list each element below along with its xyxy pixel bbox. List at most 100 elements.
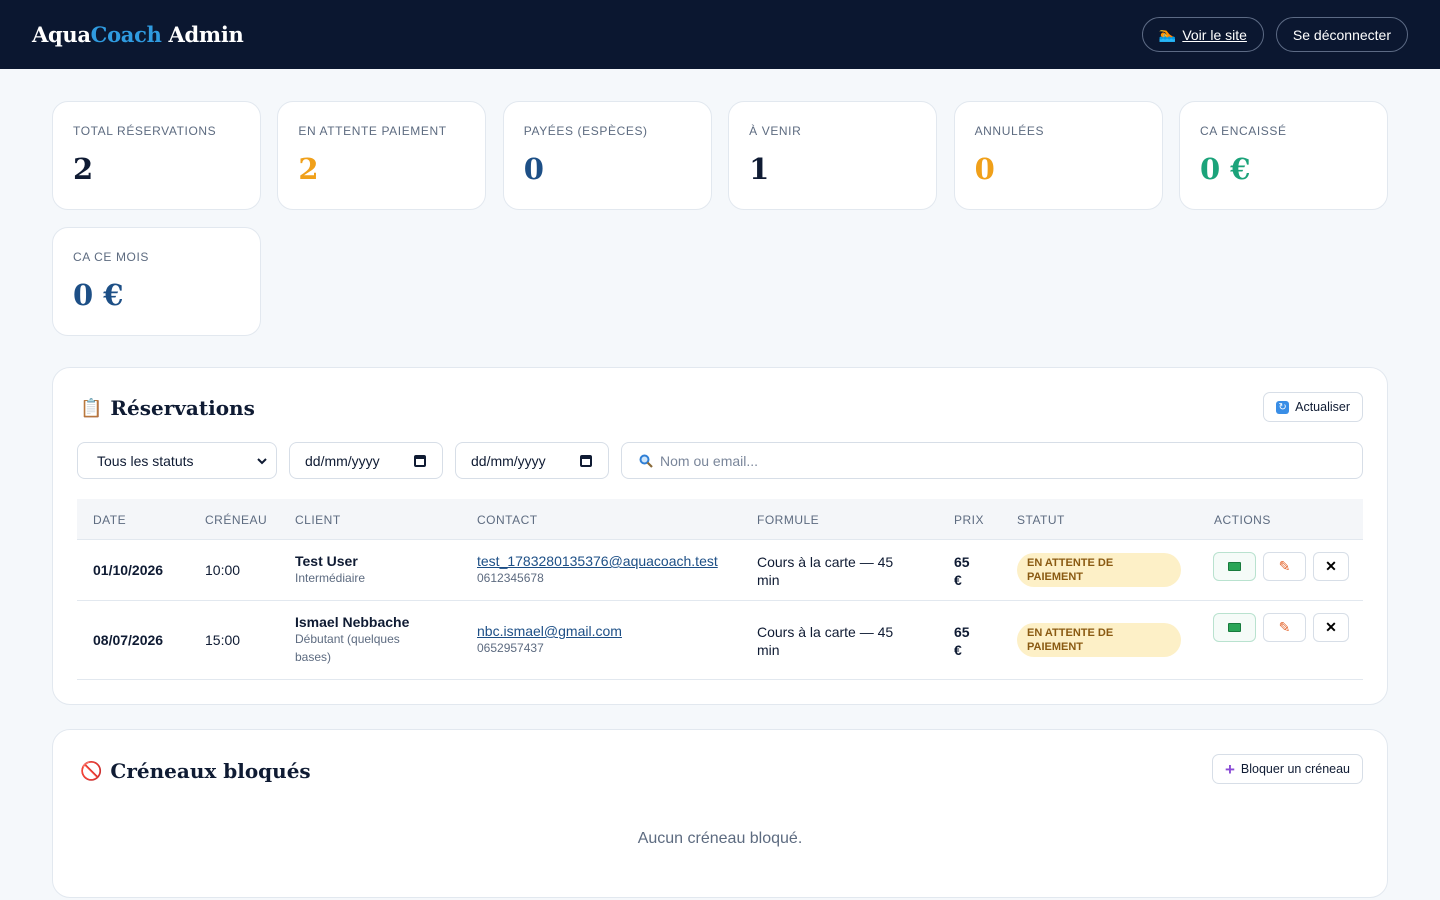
stat-value: 2 (298, 152, 319, 186)
row-client: Ismael Nebbache Débutant (quelques bases… (295, 614, 409, 666)
client-name: Test User (295, 553, 358, 569)
column-header-client[interactable]: CLIENT (295, 513, 341, 527)
edit-button[interactable]: ✎ (1263, 552, 1306, 581)
stat-label: TOTAL RÉSERVATIONS (73, 124, 217, 138)
cancel-reservation-button[interactable]: ✕ (1313, 613, 1349, 642)
stat-label: EN ATTENTE PAIEMENT (298, 124, 447, 138)
status-select[interactable]: Tous les statuts (77, 442, 277, 479)
client-name: Ismael Nebbache (295, 614, 410, 630)
brand-logo: AquaCoach Admin (32, 22, 244, 47)
swimmer-icon: 🏊 (1158, 26, 1177, 42)
status-badge: EN ATTENTE DE PAIEMENT (1017, 623, 1181, 657)
reservations-title-text: Réservations (110, 396, 255, 420)
stat-card-pending-payment: EN ATTENTE PAIEMENT 2 (277, 101, 487, 210)
stat-card-total-reservations: TOTAL RÉSERVATIONS 2 (52, 101, 261, 210)
prohibited-icon: 🚫 (80, 760, 103, 782)
pencil-icon: ✎ (1278, 619, 1291, 635)
stat-value: 0 € (1199, 152, 1251, 186)
cash-icon (1228, 562, 1241, 571)
client-email-link[interactable]: test_1783280135376@aquacoach.test (477, 553, 718, 569)
row-slot: 15:00 (205, 632, 241, 648)
date-from-input[interactable]: dd/mm/yyyy (289, 442, 443, 479)
stat-label: PAYÉES (ESPÈCES) (523, 124, 648, 138)
blocked-slots-title: 🚫 Créneaux bloqués (80, 759, 311, 783)
view-site-button[interactable]: 🏊 Voir le site (1141, 17, 1264, 52)
row-date: 08/07/2026 (93, 632, 164, 648)
column-header-status[interactable]: STATUT (1017, 513, 1065, 527)
clipboard-icon: 📋 (80, 397, 103, 419)
plus-icon: + (1224, 759, 1235, 779)
status-badge: EN ATTENTE DE PAIEMENT (1017, 553, 1181, 587)
stat-value: 1 (749, 152, 770, 186)
close-icon: ✕ (1325, 619, 1337, 635)
column-header-price[interactable]: PRIX (954, 513, 984, 527)
stat-label: CA ENCAISSÉ (1199, 124, 1287, 138)
cancel-reservation-button[interactable]: ✕ (1313, 552, 1349, 581)
stat-label: À VENIR (749, 124, 802, 138)
date-to-value: dd/mm/yyyy (471, 452, 546, 469)
logout-button[interactable]: Se déconnecter (1275, 17, 1408, 52)
stat-card-revenue-month: CA CE MOIS 0 € (52, 227, 261, 336)
pencil-icon: ✎ (1278, 558, 1291, 574)
row-price: 65 € (954, 624, 970, 658)
refresh-icon: ↻ (1276, 400, 1290, 414)
row-price: 65 € (954, 554, 970, 588)
edit-button[interactable]: ✎ (1263, 613, 1306, 642)
chevron-down-icon (257, 457, 267, 464)
client-phone: 0652957437 (477, 641, 544, 655)
row-client: Test User Intermédiaire (295, 553, 365, 587)
stat-value: 2 (73, 152, 94, 186)
client-level: Débutant (quelques bases) (295, 632, 400, 664)
status-select-value: Tous les statuts (97, 452, 194, 469)
stat-card-cancelled: ANNULÉES 0 (953, 101, 1163, 210)
stat-value: 0 (974, 152, 995, 186)
blocked-slots-panel: 🚫 Créneaux bloqués + Bloquer un créneau … (52, 729, 1388, 898)
filters-bar: Tous les statuts dd/mm/yyyy dd/mm/yyyy N… (77, 442, 1363, 479)
refresh-button[interactable]: ↻ Actualiser (1263, 392, 1363, 422)
stats-grid: TOTAL RÉSERVATIONS 2 EN ATTENTE PAIEMENT… (52, 101, 1388, 336)
block-slot-button[interactable]: + Bloquer un créneau (1211, 754, 1363, 784)
row-actions: ✎ ✕ (1213, 552, 1349, 581)
top-actions: 🏊 Voir le site Se déconnecter (1141, 17, 1408, 52)
stat-label: CA CE MOIS (73, 250, 150, 264)
calendar-icon[interactable] (414, 454, 426, 467)
mark-paid-button[interactable] (1213, 552, 1256, 581)
search-icon (639, 454, 653, 468)
stat-label: ANNULÉES (974, 124, 1045, 138)
table-row: 08/07/2026 15:00 Ismael Nebbache Débutan… (77, 601, 1363, 680)
blocked-slots-title-text: Créneaux bloqués (110, 759, 311, 783)
calendar-icon[interactable] (580, 454, 592, 467)
column-header-slot[interactable]: CRÉNEAU (205, 513, 267, 527)
stat-value: 0 € (73, 278, 124, 312)
stat-card-revenue-collected: CA ENCAISSÉ 0 € (1178, 101, 1388, 210)
client-email-link[interactable]: nbc.ismael@gmail.com (477, 623, 622, 639)
date-to-input[interactable]: dd/mm/yyyy (455, 442, 609, 479)
date-from-value: dd/mm/yyyy (305, 452, 380, 469)
column-header-formula[interactable]: FORMULE (757, 513, 819, 527)
block-slot-label: Bloquer un créneau (1240, 762, 1350, 776)
stat-card-paid-cash: PAYÉES (ESPÈCES) 0 (502, 101, 712, 210)
row-contact: nbc.ismael@gmail.com 0652957437 (477, 623, 622, 657)
reservations-title: 📋 Réservations (80, 396, 255, 420)
column-header-actions: ACTIONS (1214, 513, 1271, 527)
row-contact: test_1783280135376@aquacoach.test 061234… (477, 553, 718, 587)
cash-icon (1228, 623, 1241, 632)
row-slot: 10:00 (205, 562, 241, 578)
search-input[interactable]: Nom ou email... (621, 442, 1363, 479)
mark-paid-button[interactable] (1213, 613, 1256, 642)
row-formula: Cours à la carte — 45 min (757, 554, 894, 588)
row-formula: Cours à la carte — 45 min (757, 624, 894, 658)
reservations-panel: 📋 Réservations ↻ Actualiser Tous les sta… (52, 367, 1388, 705)
top-bar: AquaCoach Admin 🏊 Voir le site Se déconn… (0, 0, 1440, 69)
column-header-date[interactable]: DATE (93, 513, 126, 527)
client-level: Intermédiaire (295, 571, 366, 585)
stat-value: 0 (523, 152, 544, 186)
search-placeholder: Nom ou email... (660, 452, 759, 469)
close-icon: ✕ (1325, 558, 1337, 574)
table-header: DATE CRÉNEAU CLIENT CONTACT FORMULE PRIX… (77, 499, 1363, 540)
empty-state-text: Aucun créneau bloqué. (637, 830, 803, 847)
column-header-contact[interactable]: CONTACT (477, 513, 538, 527)
row-date: 01/10/2026 (93, 562, 164, 578)
row-actions: ✎ ✕ (1213, 613, 1349, 642)
stat-card-upcoming: À VENIR 1 (728, 101, 938, 210)
